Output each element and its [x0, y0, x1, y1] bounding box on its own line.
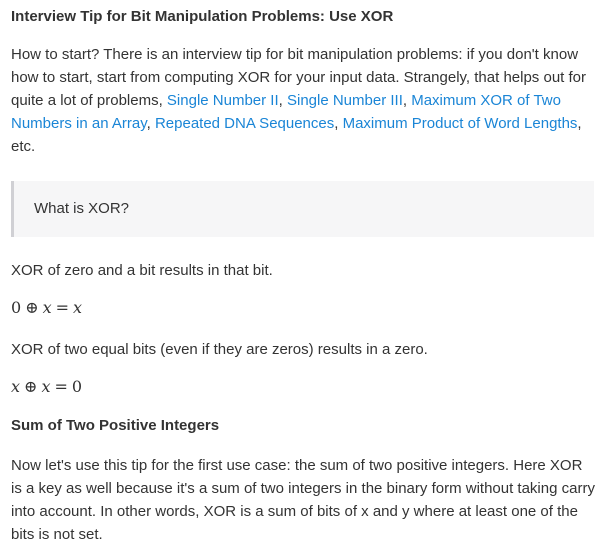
link-single-number-iii[interactable]: Single Number III: [287, 92, 403, 109]
separator: ,: [334, 115, 343, 132]
link-maximum-product-word-lengths[interactable]: Maximum Product of Word Lengths: [343, 115, 578, 132]
formula-variable: x: [73, 298, 83, 317]
xor-zero-paragraph: XOR of zero and a bit results in that bi…: [11, 262, 273, 279]
separator: ,: [278, 92, 287, 109]
section-heading-xor-tip: Interview Tip for Bit Manipulation Probl…: [11, 8, 394, 25]
equals-sign: =: [55, 298, 70, 317]
link-repeated-dna-sequences[interactable]: Repeated DNA Sequences: [155, 115, 334, 132]
callout-text: What is XOR?: [34, 200, 130, 217]
xor-operator: ⊕: [25, 298, 39, 317]
equals-sign: =: [54, 377, 68, 396]
formula-variable: x: [42, 298, 52, 317]
separator: ,: [402, 92, 412, 109]
link-single-number-ii[interactable]: Single Number II: [167, 92, 279, 109]
formula-zero-xor: 0 ⊕ x = x: [11, 298, 82, 317]
formula-term: 0: [71, 377, 83, 396]
section-heading-sum-two-integers: Sum of Two Positive Integers: [11, 417, 220, 434]
sum-paragraph: Now let's use this tip for the first use…: [11, 457, 595, 543]
separator: ,: [146, 115, 155, 132]
xor-equal-paragraph: XOR of two equal bits (even if they are …: [11, 341, 428, 358]
callout-box: What is XOR?: [11, 181, 594, 237]
xor-operator: ⊕: [24, 377, 38, 396]
formula-self-xor: x ⊕ x = 0: [11, 377, 82, 396]
intro-paragraph: How to start? There is an interview tip …: [11, 43, 596, 158]
formula-term: 0: [11, 298, 22, 317]
formula-variable: x: [11, 377, 21, 396]
